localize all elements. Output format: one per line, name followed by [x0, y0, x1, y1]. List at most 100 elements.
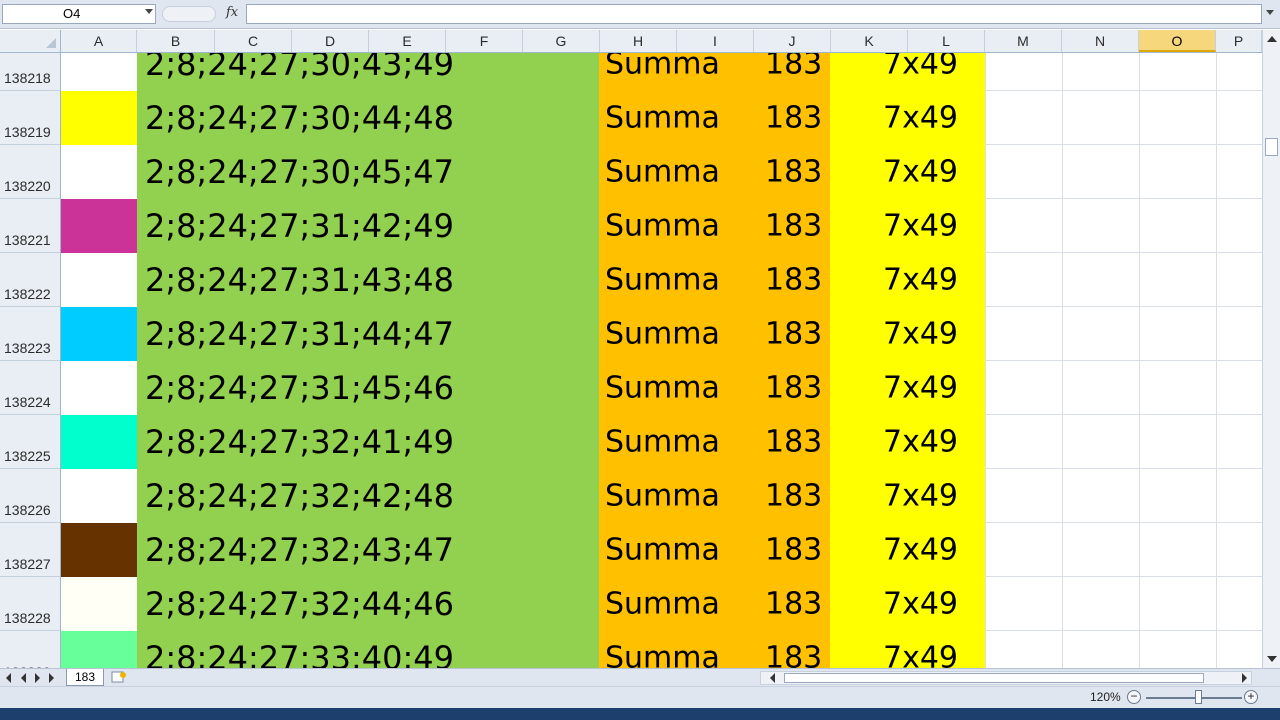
insert-function-icon[interactable]: fx [226, 5, 238, 20]
formula-input[interactable] [246, 4, 1262, 24]
sheet-tab[interactable]: 183 [66, 669, 104, 686]
format-cell[interactable]: 7x49 [883, 641, 958, 669]
column-header-c[interactable]: C [215, 30, 292, 52]
color-cell[interactable] [61, 469, 137, 523]
format-cell[interactable]: 7x49 [883, 533, 958, 568]
vertical-scroll-thumb[interactable] [1265, 138, 1278, 156]
color-cell[interactable] [61, 91, 137, 145]
sum-value-cell[interactable]: 183 [765, 53, 822, 82]
sum-value-cell[interactable]: 183 [765, 263, 822, 298]
row-header[interactable]: 138225 [0, 415, 60, 469]
scroll-up-icon[interactable] [1267, 36, 1277, 42]
sum-value-cell[interactable]: 183 [765, 209, 822, 244]
column-header-h[interactable]: H [600, 30, 677, 52]
sum-value-cell[interactable]: 183 [765, 533, 822, 568]
color-cell[interactable] [61, 307, 137, 361]
summa-cell[interactable]: Summa [605, 155, 720, 190]
select-all-button[interactable] [0, 30, 61, 52]
column-header-n[interactable]: N [1062, 30, 1139, 52]
format-cell[interactable]: 7x49 [883, 53, 958, 82]
summa-cell[interactable]: Summa [605, 317, 720, 352]
sum-value-cell[interactable]: 183 [765, 155, 822, 190]
row-header[interactable]: 138226 [0, 469, 60, 523]
row-header[interactable]: 138221 [0, 199, 60, 253]
combination-cell[interactable]: 2;8;24;27;30;44;48 [145, 99, 454, 137]
combination-cell[interactable]: 2;8;24;27;32;44;46 [145, 585, 454, 623]
format-cell[interactable]: 7x49 [883, 425, 958, 460]
expand-formula-bar-icon[interactable] [1266, 10, 1274, 15]
combination-cell[interactable]: 2;8;24;27;33;40;49 [145, 639, 454, 668]
format-cell[interactable]: 7x49 [883, 209, 958, 244]
summa-cell[interactable]: Summa [605, 533, 720, 568]
name-box[interactable]: O4 [2, 4, 156, 24]
color-cell[interactable] [61, 631, 137, 668]
format-cell[interactable]: 7x49 [883, 263, 958, 298]
summa-cell[interactable]: Summa [605, 263, 720, 298]
column-header-f[interactable]: F [446, 30, 523, 52]
column-header-e[interactable]: E [369, 30, 446, 52]
worksheet-grid[interactable]: 2;8;24;27;30;43;49 Summa 183 7x49 2;8;24;27;… [61, 53, 1262, 668]
scroll-left-icon[interactable] [770, 673, 775, 683]
column-header-o[interactable]: O [1139, 30, 1216, 52]
combination-cell[interactable]: 2;8;24;27;32;41;49 [145, 423, 454, 461]
format-cell[interactable]: 7x49 [883, 371, 958, 406]
zoom-level[interactable]: 120% [1090, 690, 1121, 704]
summa-cell[interactable]: Summa [605, 587, 720, 622]
vertical-scrollbar[interactable] [1262, 30, 1280, 668]
format-cell[interactable]: 7x49 [883, 101, 958, 136]
previous-sheet-icon[interactable] [21, 673, 26, 683]
column-header-b[interactable]: B [137, 30, 215, 52]
column-header-i[interactable]: I [677, 30, 754, 52]
zoom-in-icon[interactable]: + [1244, 690, 1258, 704]
first-sheet-icon[interactable] [6, 673, 11, 683]
row-header[interactable]: 138224 [0, 361, 60, 415]
color-cell[interactable] [61, 523, 137, 577]
scroll-right-icon[interactable] [1242, 673, 1247, 683]
zoom-slider-knob[interactable] [1195, 690, 1203, 704]
zoom-slider[interactable] [1146, 697, 1242, 699]
color-cell[interactable] [61, 577, 137, 631]
formula-cancel-enter-pill[interactable] [162, 6, 216, 22]
column-header-k[interactable]: K [831, 30, 908, 52]
format-cell[interactable]: 7x49 [883, 479, 958, 514]
sum-value-cell[interactable]: 183 [765, 371, 822, 406]
column-header-d[interactable]: D [292, 30, 369, 52]
combination-cell[interactable]: 2;8;24;27;31;43;48 [145, 261, 454, 299]
column-header-l[interactable]: L [908, 30, 985, 52]
sum-value-cell[interactable]: 183 [765, 587, 822, 622]
sum-value-cell[interactable]: 183 [765, 425, 822, 460]
combination-cell[interactable]: 2;8;24;27;31;42;49 [145, 207, 454, 245]
zoom-out-icon[interactable]: − [1127, 690, 1141, 704]
summa-cell[interactable]: Summa [605, 101, 720, 136]
summa-cell[interactable]: Summa [605, 209, 720, 244]
column-header-m[interactable]: M [985, 30, 1062, 52]
column-header-p[interactable]: P [1216, 30, 1262, 52]
summa-cell[interactable]: Summa [605, 371, 720, 406]
combination-cell[interactable]: 2;8;24;27;32;42;48 [145, 477, 454, 515]
sum-value-cell[interactable]: 183 [765, 641, 822, 669]
next-sheet-icon[interactable] [35, 673, 40, 683]
row-header[interactable]: 138223 [0, 307, 60, 361]
column-header-a[interactable]: A [61, 30, 137, 52]
color-cell[interactable] [61, 253, 137, 307]
last-sheet-icon[interactable] [49, 673, 54, 683]
summa-cell[interactable]: Summa [605, 425, 720, 460]
row-header[interactable]: 138222 [0, 253, 60, 307]
combination-cell[interactable]: 2;8;24;27;32;43;47 [145, 531, 454, 569]
format-cell[interactable]: 7x49 [883, 587, 958, 622]
row-header[interactable]: 138218 [0, 53, 60, 91]
sum-value-cell[interactable]: 183 [765, 101, 822, 136]
row-header[interactable]: 138228 [0, 577, 60, 631]
summa-cell[interactable]: Summa [605, 641, 720, 669]
format-cell[interactable]: 7x49 [883, 317, 958, 352]
color-cell[interactable] [61, 145, 137, 199]
combination-cell[interactable]: 2;8;24;27;31;45;46 [145, 369, 454, 407]
summa-cell[interactable]: Summa [605, 479, 720, 514]
row-header[interactable]: 138227 [0, 523, 60, 577]
color-cell[interactable] [61, 199, 137, 253]
sum-value-cell[interactable]: 183 [765, 317, 822, 352]
combination-cell[interactable]: 2;8;24;27;30;43;49 [145, 53, 454, 83]
combination-cell[interactable]: 2;8;24;27;30;45;47 [145, 153, 454, 191]
column-header-g[interactable]: G [523, 30, 600, 52]
summa-cell[interactable]: Summa [605, 53, 720, 82]
